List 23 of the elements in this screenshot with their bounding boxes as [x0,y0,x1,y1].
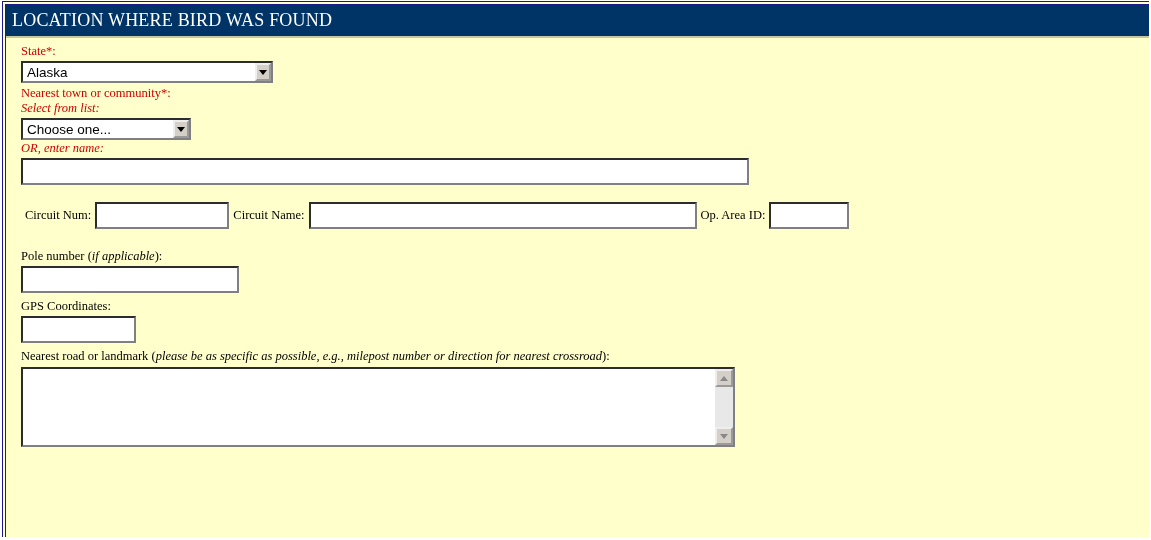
pole-field[interactable] [21,266,239,293]
scrollbar[interactable] [715,369,733,445]
circuit-label: Circuit Name: [233,208,305,223]
town-name-field[interactable] [21,158,749,185]
scroll-down-icon[interactable] [715,427,733,445]
circuit-label: Circuit Num: [25,208,92,223]
gps-label: GPS Coordinates: [21,299,111,314]
circuit-label: Op. Area ID: [700,208,766,223]
town-dropdown[interactable]: Choose one... [21,118,191,140]
pole-label: Pole number (if applicable): [21,249,163,264]
road-textarea[interactable] [21,367,735,447]
state-label: State*: [21,44,56,59]
circuit-field[interactable] [769,202,850,229]
name-hint: OR, enter name: [21,141,104,156]
scroll-up-icon[interactable] [715,369,733,387]
gps-field[interactable] [21,316,136,343]
section-title: LOCATION WHERE BIRD WAS FOUND [12,10,333,31]
circuit-field[interactable] [95,202,230,229]
town-label: Nearest town or community*: [21,86,171,101]
state-dropdown[interactable]: Alaska [21,61,273,83]
circuit-field[interactable] [308,202,697,229]
select-hint: Select from list: [21,101,100,116]
road-label: Nearest road or landmark (please be as specific as possible, e.g., milepost number or direction for nearest crossroad): [21,349,610,364]
